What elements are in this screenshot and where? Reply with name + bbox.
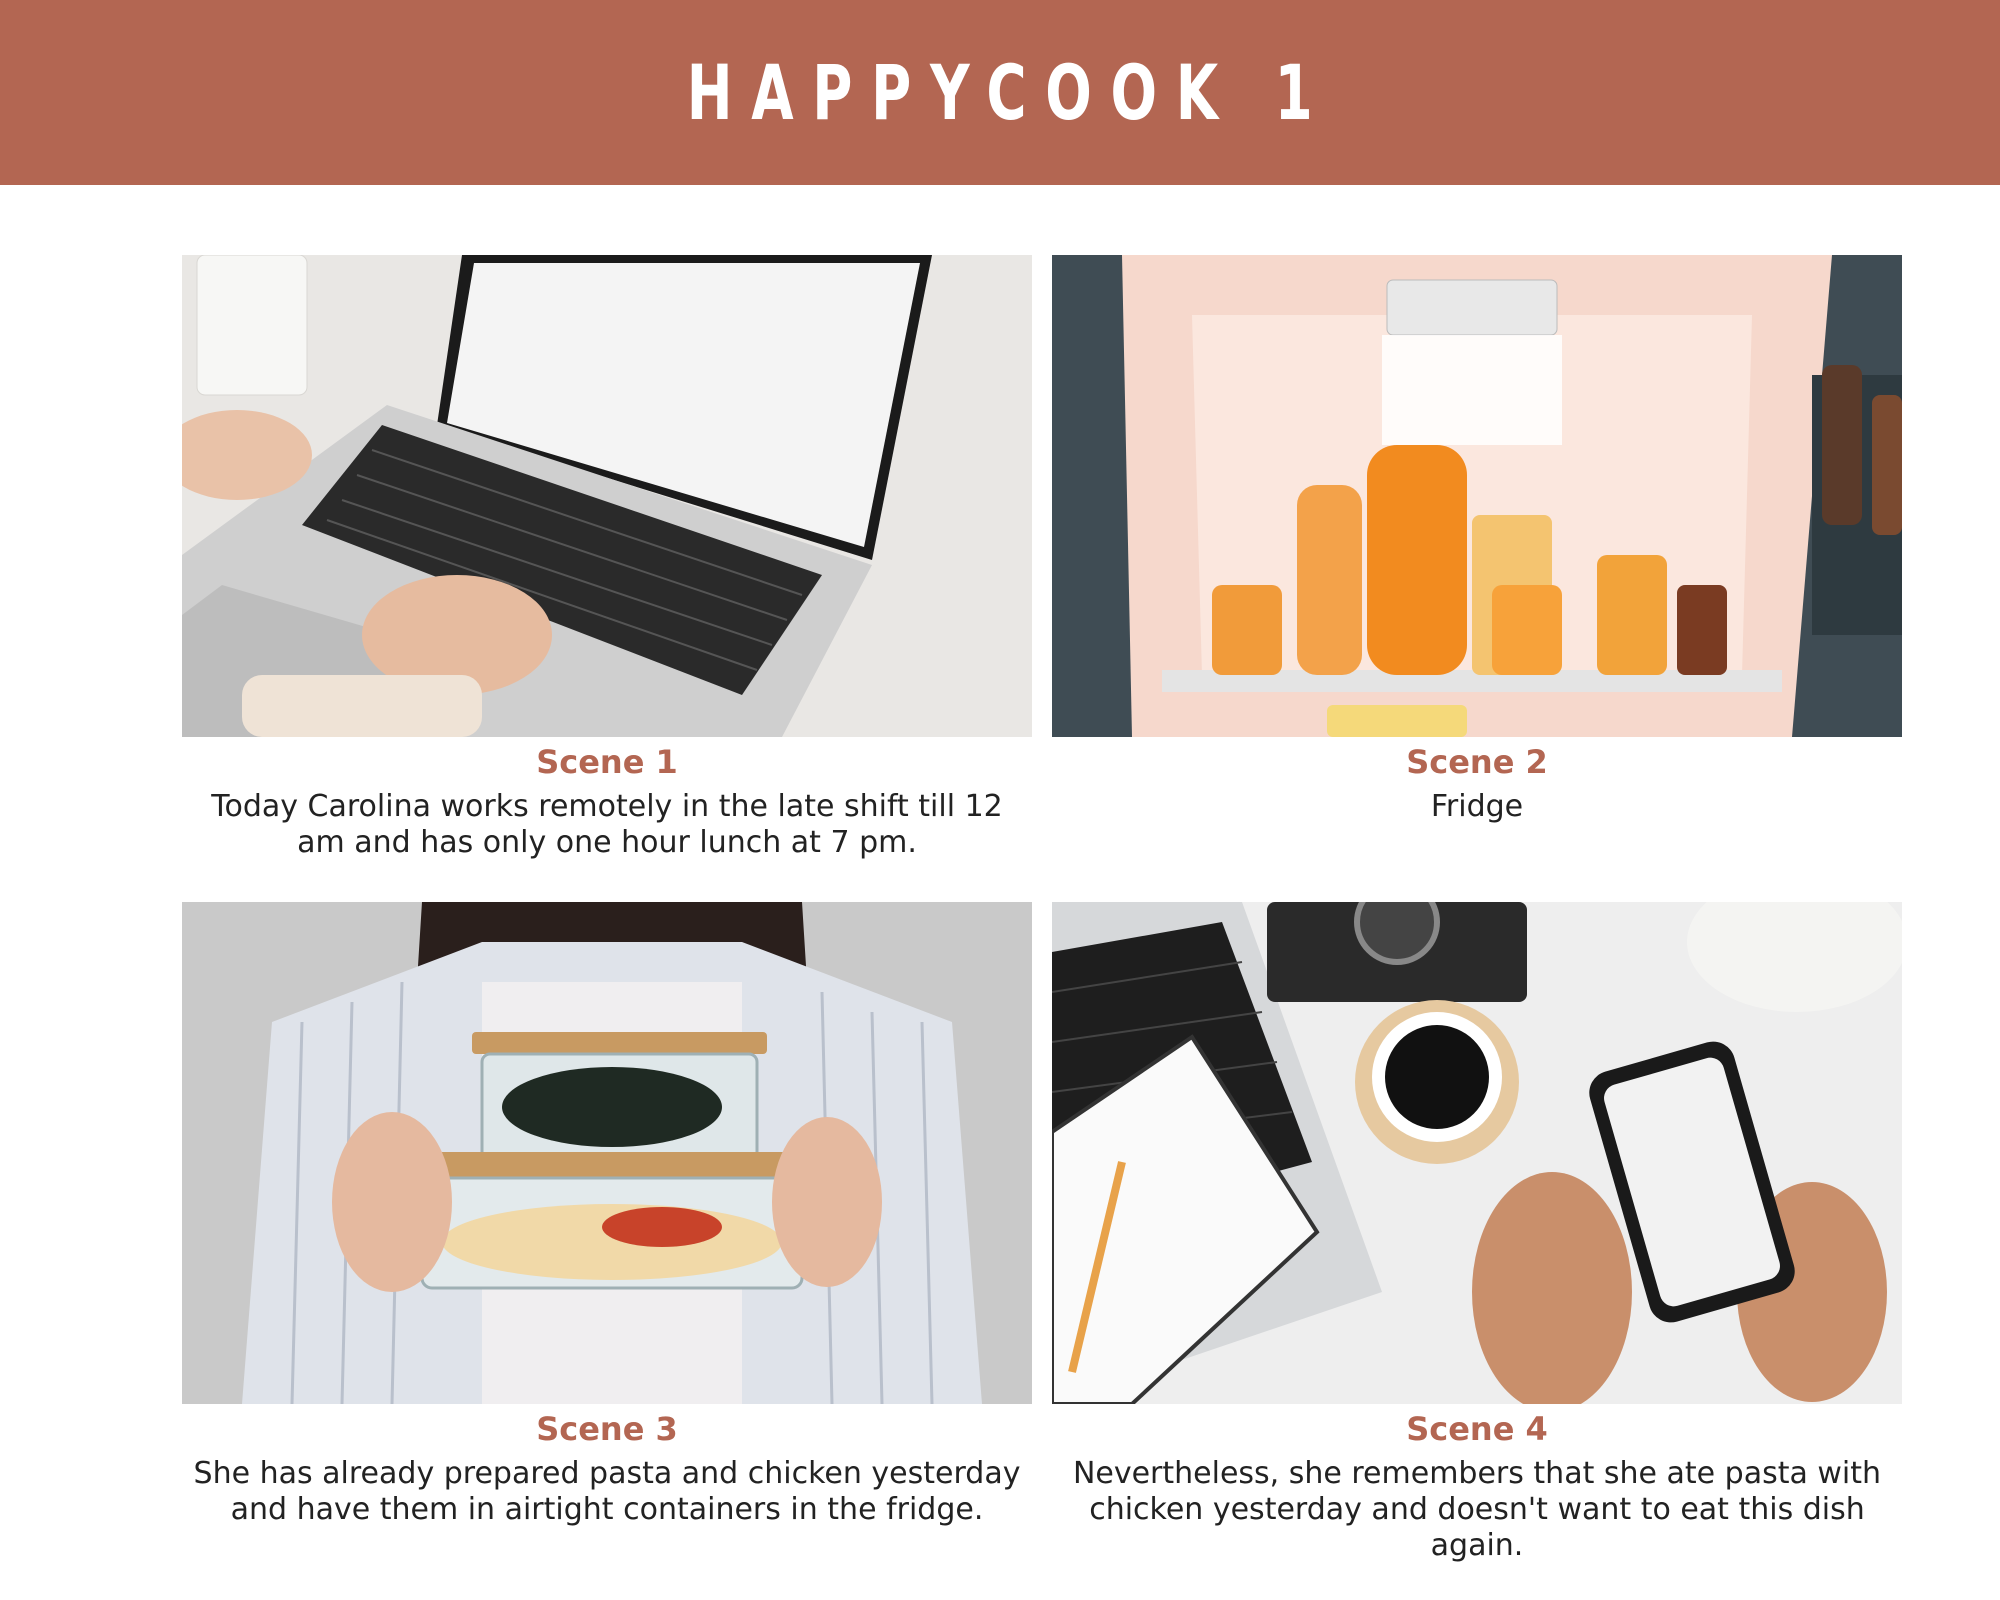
scene-title: Scene 4 (1406, 1410, 1548, 1448)
scene-title: Scene 2 (1406, 743, 1548, 781)
scene-description: Fridge (1430, 789, 1524, 824)
food-containers-photo (182, 902, 1032, 1404)
scene-card-1: Scene 1 Today Carolina works remotely in… (182, 255, 1032, 861)
scene-description: Nevertheless, she remembers that she ate… (1072, 1456, 1882, 1563)
header-banner: HAPPYCOOK 1 (0, 0, 2000, 185)
desk-phone-photo (1052, 902, 1902, 1404)
laptop-photo (182, 255, 1032, 737)
scene-title: Scene 1 (536, 743, 678, 781)
scene-card-2: Scene 2 Fridge (1052, 255, 1902, 825)
scene-title: Scene 3 (536, 1410, 678, 1448)
scene-card-4: Scene 4 Nevertheless, she remembers that… (1052, 902, 1902, 1564)
page-title: HAPPYCOOK 1 (687, 48, 1332, 137)
scene-description: She has already prepared pasta and chick… (193, 1456, 1021, 1527)
scene-card-3: Scene 3 She has already prepared pasta a… (182, 902, 1032, 1528)
scene-description: Today Carolina works remotely in the lat… (211, 789, 1003, 860)
fridge-photo (1052, 255, 1902, 737)
